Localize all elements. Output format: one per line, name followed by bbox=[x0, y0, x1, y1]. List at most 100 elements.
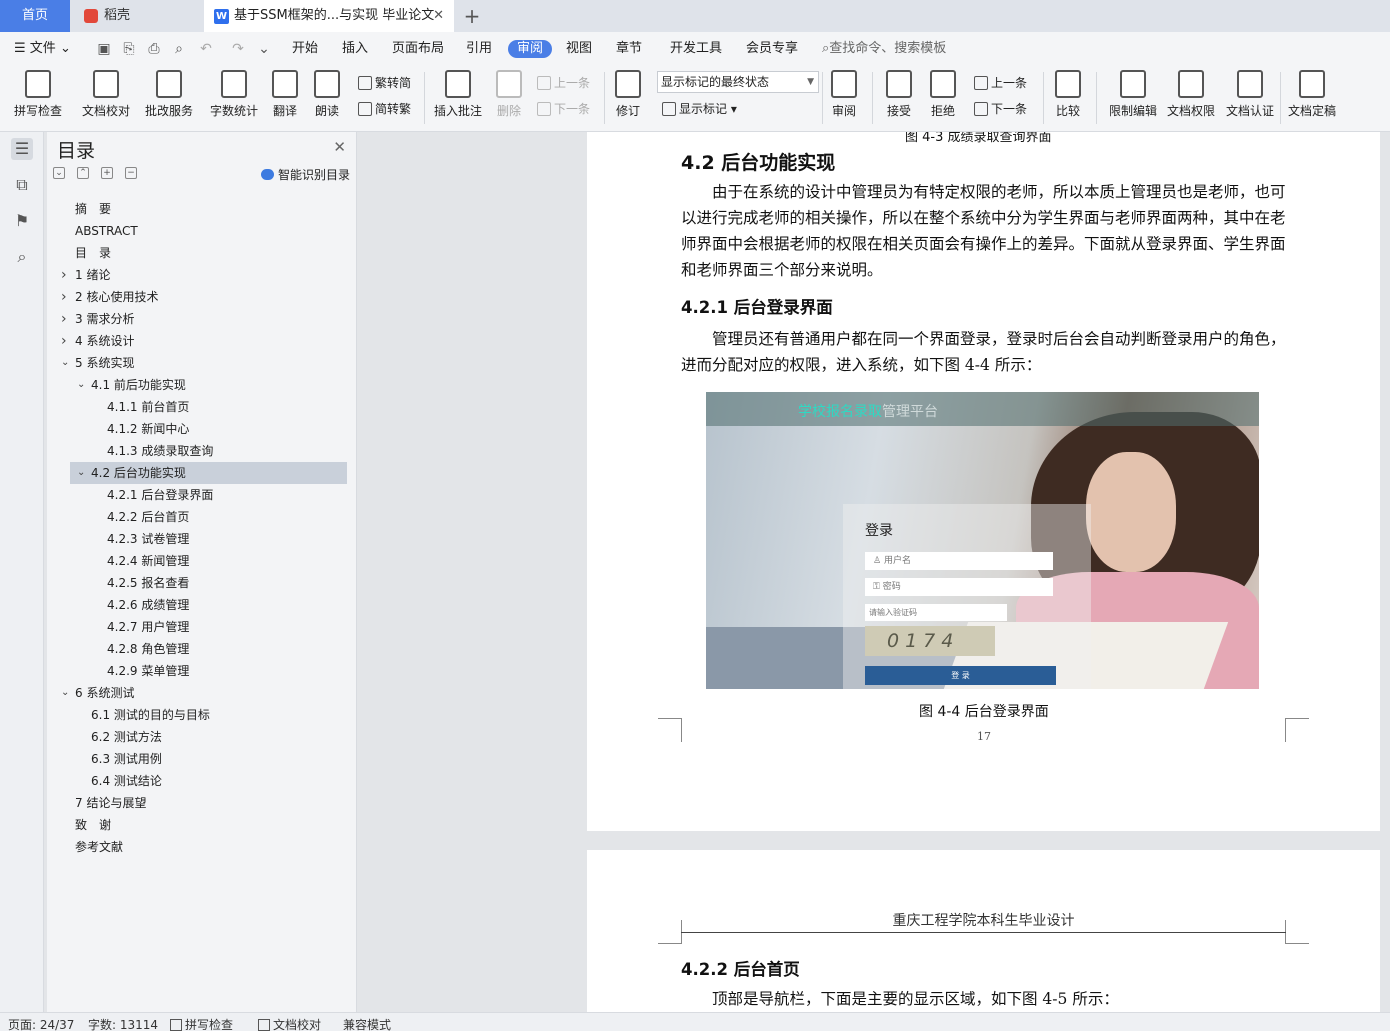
toc-item[interactable]: › 1 绪论 bbox=[47, 264, 357, 286]
toc-item[interactable]: › 3 需求分析 bbox=[47, 308, 357, 330]
menu-references[interactable]: 引用 bbox=[466, 40, 492, 58]
prev-change-button[interactable]: 上一条 bbox=[974, 74, 1027, 91]
preview-icon[interactable]: ⌕ bbox=[171, 41, 187, 57]
to-traditional-button[interactable]: 繁转简 bbox=[358, 74, 411, 91]
menu-chapter[interactable]: 章节 bbox=[616, 40, 642, 58]
paragraph[interactable]: 顶部是导航栏，下面是主要的显示区域，如下图 4-5 所示： bbox=[681, 986, 1288, 1012]
toc-item[interactable]: 4.2.9 菜单管理 bbox=[47, 660, 357, 682]
translate-button[interactable]: 翻译 bbox=[266, 70, 304, 119]
undo-icon[interactable]: ↶ bbox=[198, 41, 214, 57]
markup-state-select[interactable]: 显示标记的最终状态 ▼ bbox=[657, 71, 819, 93]
new-tab-button[interactable]: + bbox=[458, 0, 486, 32]
redo-icon[interactable]: ↷ bbox=[230, 41, 246, 57]
next-comment-button[interactable]: 下一条 bbox=[537, 100, 590, 117]
toc-item[interactable]: 4.1.3 成绩录取查询 bbox=[47, 440, 357, 462]
menu-view[interactable]: 视图 bbox=[566, 40, 592, 58]
menu-developer[interactable]: 开发工具 bbox=[670, 40, 722, 58]
chapter-nav-icon[interactable]: ⧉ bbox=[11, 174, 33, 196]
toc-item[interactable]: 参考文献 bbox=[47, 836, 357, 858]
tab-home[interactable]: 首页 bbox=[0, 0, 70, 32]
spell-check-button[interactable]: 拼写检查 bbox=[10, 70, 66, 119]
delete-comment-button[interactable]: 删除 bbox=[490, 70, 528, 119]
toc-item[interactable]: ⌄ 4.1 前后功能实现 bbox=[47, 374, 357, 396]
compare-button[interactable]: 比较 bbox=[1050, 70, 1086, 119]
toc-view-icon[interactable]: ☰ bbox=[11, 138, 33, 160]
subsection-heading[interactable]: 4.2.2 后台首页 bbox=[681, 956, 800, 980]
subsection-heading[interactable]: 4.2.1 后台登录界面 bbox=[681, 294, 833, 318]
reject-button[interactable]: 拒绝 bbox=[926, 70, 960, 119]
file-menu[interactable]: ☰ 文件 ⌄ bbox=[14, 40, 71, 58]
toc-item[interactable]: 4.1.2 新闻中心 bbox=[47, 418, 357, 440]
toc-item[interactable]: 4.1.1 前台首页 bbox=[47, 396, 357, 418]
command-search[interactable]: ⌕查找命令、搜索模板 bbox=[822, 40, 946, 58]
toc-item[interactable]: ⌄ 4.2 后台功能实现 bbox=[70, 462, 347, 484]
paragraph[interactable]: 由于在系统的设计中管理员为有特定权限的老师，所以本质上管理员也是老师，也可以进行… bbox=[681, 179, 1288, 283]
page-indicator[interactable]: 页面: 24/37 bbox=[8, 1016, 74, 1031]
menu-layout[interactable]: 页面布局 bbox=[392, 40, 444, 58]
toc-item[interactable]: › 2 核心使用技术 bbox=[47, 286, 357, 308]
prev-comment-button[interactable]: 上一条 bbox=[537, 74, 590, 91]
toc-item[interactable]: 6.3 测试用例 bbox=[47, 748, 357, 770]
tab-document[interactable]: W 基于SSM框架的...与实现 毕业论文 ✕ bbox=[204, 0, 454, 32]
accept-button[interactable]: 接受 bbox=[882, 70, 916, 119]
toc-item[interactable]: 4.2.4 新闻管理 bbox=[47, 550, 357, 572]
quick-access-dropdown-icon[interactable]: ⌄ bbox=[256, 41, 272, 57]
next-change-button[interactable]: 下一条 bbox=[974, 100, 1027, 117]
menu-start[interactable]: 开始 bbox=[292, 40, 318, 58]
toc-item[interactable]: 致 谢 bbox=[47, 814, 357, 836]
expand-up-icon[interactable]: ⌃ bbox=[77, 167, 89, 179]
tab-daoke[interactable]: 稻壳 bbox=[72, 0, 200, 32]
toc-item[interactable]: 4.2.7 用户管理 bbox=[47, 616, 357, 638]
proofread-toggle[interactable]: 文档校对 bbox=[258, 1016, 321, 1031]
toc-item[interactable]: 目 录 bbox=[47, 242, 357, 264]
insert-comment-button[interactable]: 插入批注 bbox=[432, 70, 484, 119]
chevron-down-icon[interactable]: ⌄ bbox=[61, 352, 69, 374]
export-icon[interactable]: ⎘ bbox=[121, 41, 137, 57]
toc-item[interactable]: 6.2 测试方法 bbox=[47, 726, 357, 748]
toc-item[interactable]: 4.2.5 报名查看 bbox=[47, 572, 357, 594]
toc-item[interactable]: 摘 要 bbox=[47, 198, 357, 220]
document-canvas[interactable]: 图 4-3 成绩录取查询界面 4.2 后台功能实现 由于在系统的设计中管理员为有… bbox=[358, 132, 1390, 1012]
toc-item[interactable]: › 4 系统设计 bbox=[47, 330, 357, 352]
correction-service-button[interactable]: 批改服务 bbox=[140, 70, 198, 119]
chevron-down-icon[interactable]: ⌄ bbox=[61, 682, 69, 704]
chevron-down-icon[interactable]: ⌄ bbox=[77, 462, 85, 484]
to-simplified-button[interactable]: 简转繁 bbox=[358, 100, 411, 117]
read-aloud-button[interactable]: 朗读 bbox=[310, 70, 344, 119]
review-pane-button[interactable]: 审阅 bbox=[828, 70, 860, 119]
toc-item[interactable]: 4.2.8 角色管理 bbox=[47, 638, 357, 660]
toc-item[interactable]: ⌄ 5 系统实现 bbox=[47, 352, 357, 374]
doc-certify-button[interactable]: 文档认证 bbox=[1224, 70, 1276, 119]
toc-item[interactable]: 6.1 测试的目的与目标 bbox=[47, 704, 357, 726]
toc-item[interactable]: 4.2.3 试卷管理 bbox=[47, 528, 357, 550]
restrict-editing-button[interactable]: 限制编辑 bbox=[1106, 70, 1160, 119]
toc-item[interactable]: ⌄ 6 系统测试 bbox=[47, 682, 357, 704]
login-screenshot-figure[interactable]: 学校报名录取管理平台 登录 ♙ 用户名 ⚿ 密码 请输入验证码 0174 登 录 bbox=[706, 392, 1259, 689]
collapse-all-icon[interactable]: ⌄ bbox=[53, 167, 65, 179]
close-icon[interactable]: ✕ bbox=[333, 138, 346, 156]
chevron-right-icon[interactable]: › bbox=[61, 308, 67, 330]
smart-toc-button[interactable]: 智能识别目录 bbox=[260, 166, 350, 183]
proofread-button[interactable]: 文档校对 bbox=[80, 70, 132, 119]
bookmark-icon[interactable]: ⚑ bbox=[11, 210, 33, 232]
remove-level-icon[interactable]: − bbox=[125, 167, 137, 179]
section-heading[interactable]: 4.2 后台功能实现 bbox=[681, 148, 835, 175]
word-count-indicator[interactable]: 字数: 13114 bbox=[88, 1016, 158, 1031]
chevron-right-icon[interactable]: › bbox=[61, 330, 67, 352]
toc-item[interactable]: 7 结论与展望 bbox=[47, 792, 357, 814]
show-markup-button[interactable]: 显示标记 ▾ bbox=[662, 100, 737, 117]
add-level-icon[interactable]: + bbox=[101, 167, 113, 179]
menu-insert[interactable]: 插入 bbox=[342, 40, 368, 58]
word-count-button[interactable]: 字数统计 bbox=[208, 70, 260, 119]
chevron-right-icon[interactable]: › bbox=[61, 264, 67, 286]
chevron-right-icon[interactable]: › bbox=[61, 286, 67, 308]
save-icon[interactable]: ▣ bbox=[96, 41, 112, 57]
paragraph[interactable]: 管理员还有普通用户都在同一个界面登录，登录时后台会自动判断登录用户的角色，进而分… bbox=[681, 326, 1288, 378]
close-tab-icon[interactable]: ✕ bbox=[433, 0, 444, 32]
menu-member[interactable]: 会员专享 bbox=[746, 40, 798, 58]
toc-item[interactable]: 4.2.2 后台首页 bbox=[47, 506, 357, 528]
print-icon[interactable]: ⎙ bbox=[146, 41, 162, 57]
toc-item[interactable]: 6.4 测试结论 bbox=[47, 770, 357, 792]
doc-permission-button[interactable]: 文档权限 bbox=[1165, 70, 1217, 119]
menu-review[interactable]: 审阅 bbox=[508, 40, 553, 58]
